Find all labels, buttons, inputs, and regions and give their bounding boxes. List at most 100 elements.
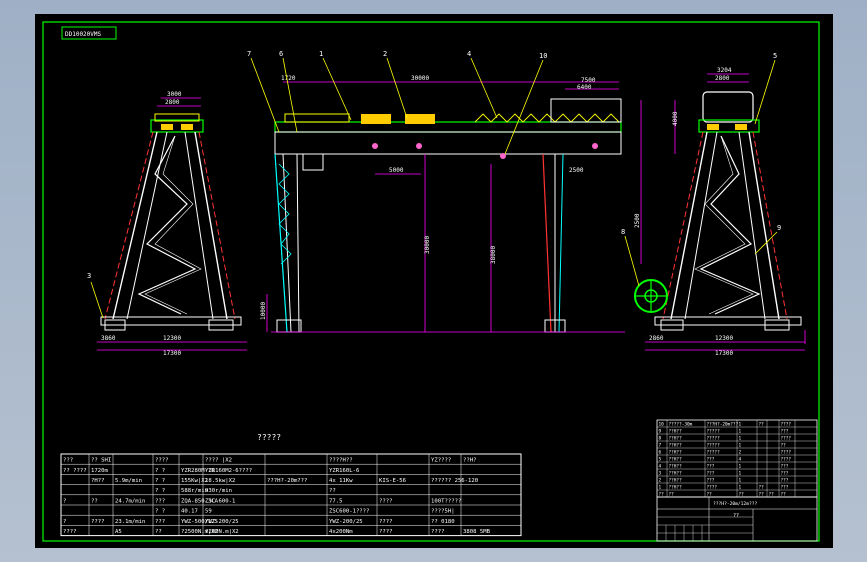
- parts-cell: ??: [759, 484, 765, 490]
- spec-cell: ZSC-600-1: [205, 498, 235, 504]
- parts-cell: ???: [781, 470, 789, 476]
- parts-header-cell: ??: [781, 491, 787, 497]
- spec-cell: ?? 0180: [431, 519, 455, 525]
- spec-cell: ? ?: [155, 509, 165, 515]
- callout-6: 6: [279, 50, 283, 58]
- cad-viewport: DD10020VMS 3000 2800 3860 12300 17300 3: [0, 0, 867, 562]
- spec-cell: ? ?: [155, 478, 165, 484]
- parts-header-cell: ??: [739, 491, 745, 497]
- spec-cell: ??: [329, 488, 336, 494]
- spec-cell: 40.17: [181, 509, 198, 515]
- spec-cell: 588r/min: [181, 488, 208, 494]
- spec-cell: ????: [379, 529, 392, 535]
- spec-cell: YZR160M2-6????: [205, 468, 252, 474]
- dim-right-top2: 2800: [715, 75, 730, 82]
- spec-cell: ????: [431, 529, 444, 535]
- dim-mid-h2: 38000: [490, 246, 497, 264]
- parts-header-cell: ??: [669, 491, 675, 497]
- parts-cell: ?????: [707, 449, 721, 455]
- spec-cell: ????5H|: [431, 509, 455, 515]
- title-block-code: ??: [733, 513, 739, 519]
- parts-cell: 1: [739, 428, 742, 434]
- parts-cell: 1: [739, 442, 742, 448]
- spec-cell: 77.5: [329, 498, 342, 504]
- spec-cell: ?? ????: [63, 468, 87, 474]
- parts-header-cell: ??: [759, 491, 765, 497]
- spec-cell: A5: [115, 529, 122, 535]
- dim-mid-span: 30000: [411, 75, 429, 82]
- spec-cell: ????: [155, 458, 168, 464]
- spec-cell: ? ?: [155, 468, 165, 474]
- parts-cell: ???: [781, 428, 789, 434]
- parts-cell: ??H??: [669, 442, 683, 448]
- parts-cell: ??H??: [669, 463, 683, 469]
- callout-2: 2: [383, 50, 387, 58]
- spec-cell: ?H??: [91, 478, 104, 484]
- parts-cell: ????: [781, 435, 792, 441]
- spec-cell: 4x200Nm: [329, 529, 353, 535]
- dim-left-top2: 2800: [165, 99, 180, 106]
- spec-cell: ??H?: [463, 458, 476, 464]
- parts-cell: ???: [707, 470, 715, 476]
- parts-cell: 7: [659, 442, 662, 448]
- parts-cell: ?????: [707, 435, 721, 441]
- spec-cell: ?? SHI: [91, 458, 111, 464]
- spec-cell: ????: [379, 519, 392, 525]
- spec-cell: YWZ-200/25: [205, 519, 239, 525]
- title-block-name: ???H?-20m/12m???: [713, 501, 757, 507]
- parts-cell: ?????: [707, 428, 721, 434]
- spec-cell: ZSC600-1????: [329, 509, 369, 515]
- parts-cell: ?????-30m: [669, 421, 693, 427]
- spec-cell: YZR160L-6: [329, 468, 359, 474]
- spec-table: ????? SHI???????? |X2 ????H?? YZ???? ??H???…: [60, 453, 522, 537]
- callout-9: 9: [777, 224, 781, 232]
- parts-cell: ????: [707, 484, 718, 490]
- dim-right-top1: 3204: [717, 67, 732, 74]
- parts-cell: 4: [659, 463, 662, 469]
- dim-mid-trolley: 5000: [389, 167, 404, 174]
- spec-cell: 3808 5MB: [463, 529, 491, 535]
- dim-mid-trolley2: 2500: [569, 167, 584, 174]
- parts-cell: ??: [759, 421, 765, 427]
- parts-cell: 1: [739, 477, 742, 483]
- parts-cell: ??H??: [669, 435, 683, 441]
- dim-right-side2: 2500: [634, 213, 641, 228]
- parts-cell: ??H??: [669, 449, 683, 455]
- parts-cell: 2: [739, 449, 742, 455]
- parts-cell: 1: [739, 421, 742, 427]
- parts-cell: ???: [707, 456, 715, 462]
- parts-cell: 4: [739, 456, 742, 462]
- parts-cell: 10: [659, 421, 665, 427]
- spec-cell: ? ?: [155, 488, 165, 494]
- spec-cell: 155Kw|X2: [181, 478, 208, 484]
- callout-7: 7: [247, 50, 251, 58]
- drawing-sheet[interactable]: DD10020VMS 3000 2800 3860 12300 17300 3: [35, 14, 833, 548]
- spec-cell: ?: [63, 498, 66, 504]
- callout-5: 5: [773, 52, 777, 60]
- parts-cell: 6: [659, 449, 662, 455]
- title-tag: DD10020VMS: [65, 31, 102, 38]
- spec-cell: ???? |X2: [205, 458, 232, 464]
- spec-cell: YZ????: [431, 458, 451, 464]
- spec-cell: 24.7m/min: [115, 498, 145, 504]
- spec-cell: 23.1m/min: [115, 519, 145, 525]
- parts-cell: ???: [707, 477, 715, 483]
- left-side-view: 3000 2800 3860 12300 17300 3: [87, 91, 247, 357]
- spec-cell: ?????? 256-120: [431, 478, 478, 484]
- parts-cell: ???: [781, 463, 789, 469]
- parts-cell: 9: [659, 428, 662, 434]
- spec-cell: ???: [63, 458, 73, 464]
- dim-mid-h1: 30000: [424, 236, 431, 254]
- callout-10: 10: [539, 52, 547, 60]
- parts-header-cell: ??: [769, 491, 775, 497]
- parts-cell: 3: [659, 470, 662, 476]
- spec-cell: ?: [63, 519, 66, 525]
- spec-cell: ????: [63, 529, 76, 535]
- spec-cell: 100T?????: [431, 498, 461, 504]
- parts-cell: ??H??: [669, 456, 683, 462]
- spec-cell: 4x 11Kw: [329, 478, 353, 484]
- parts-cell: ???: [781, 484, 789, 490]
- parts-cell: 1: [659, 484, 662, 490]
- parts-cell: 1: [739, 484, 742, 490]
- dim-left-b1: 3860: [101, 335, 116, 342]
